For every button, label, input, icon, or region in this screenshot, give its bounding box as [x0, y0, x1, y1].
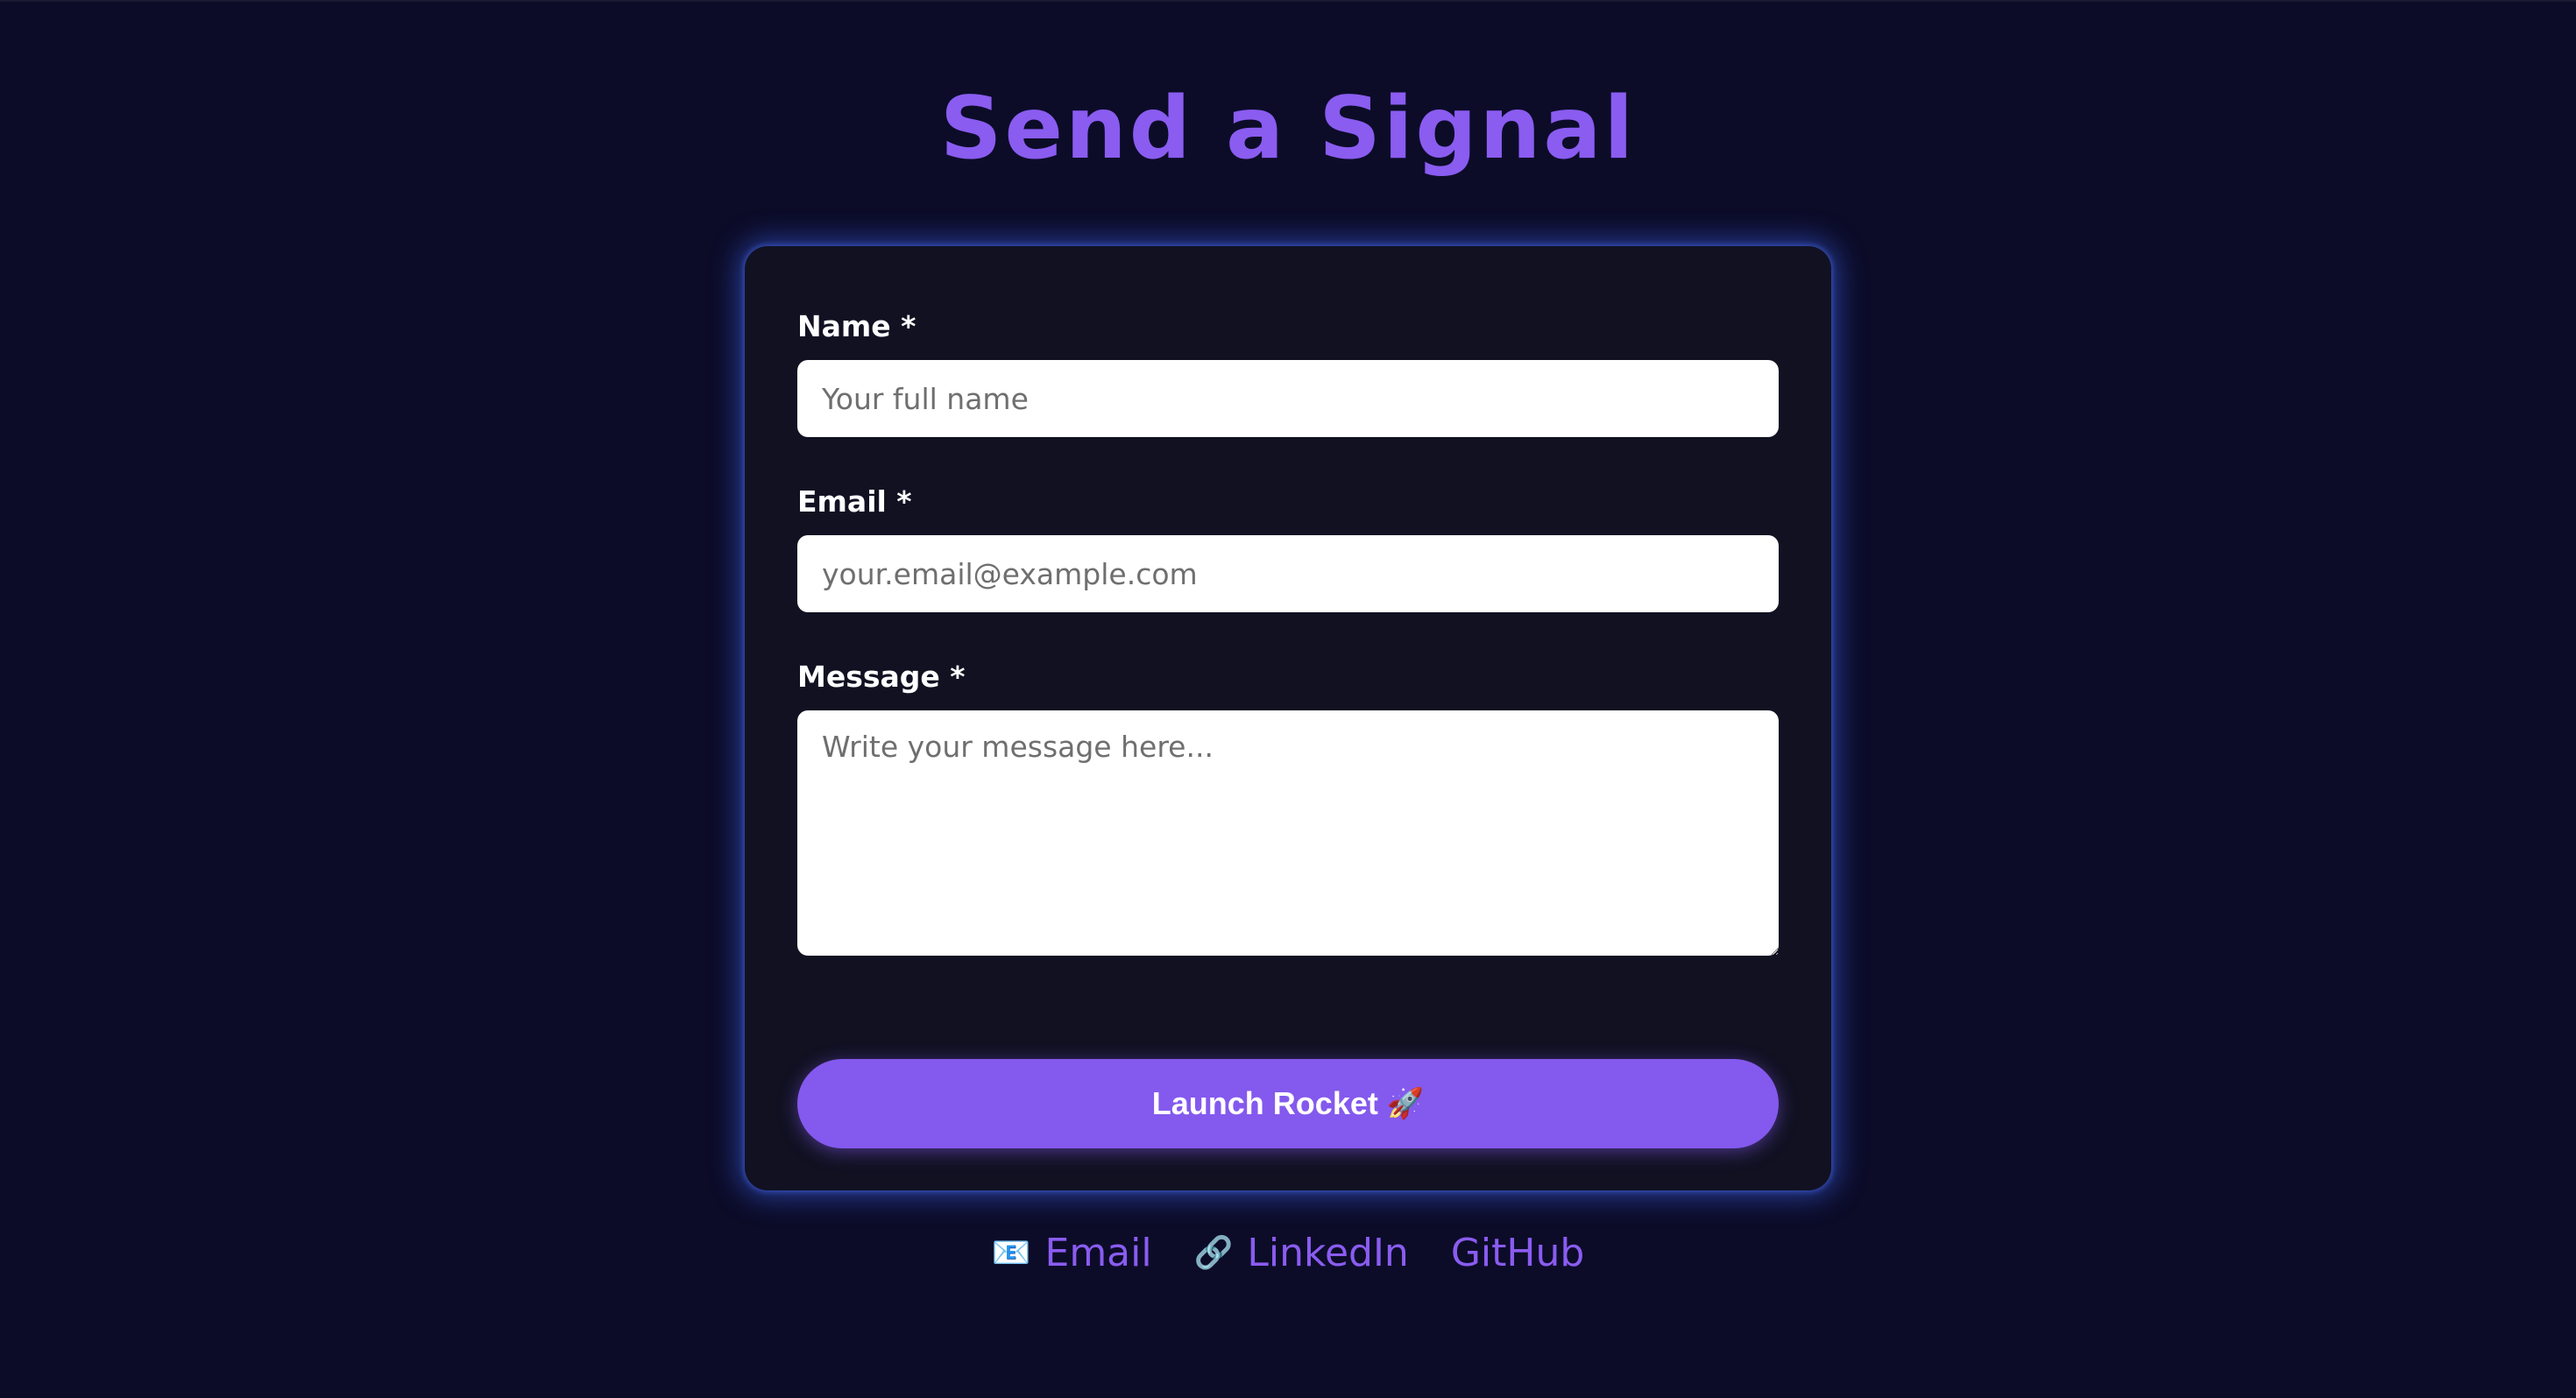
envelope-icon: 📧 — [991, 1235, 1031, 1271]
page-title: Send a Signal — [939, 79, 1637, 179]
launch-rocket-button-label: Launch Rocket — [1151, 1085, 1378, 1121]
name-input[interactable] — [797, 360, 1779, 437]
launch-rocket-button[interactable]: Launch Rocket 🚀 — [797, 1059, 1779, 1148]
message-label: Message * — [797, 660, 966, 694]
footer-links: 📧 Email 🔗 LinkedIn GitHub — [0, 1223, 2576, 1284]
rocket-icon: 🚀 — [1386, 1087, 1425, 1120]
footer-link-linkedin-label: LinkedIn — [1247, 1231, 1409, 1275]
message-textarea[interactable] — [797, 710, 1779, 956]
name-label: Name * — [797, 309, 916, 343]
footer-link-email-label: Email — [1044, 1231, 1152, 1275]
link-icon: 🔗 — [1193, 1235, 1234, 1271]
top-border — [0, 0, 2576, 2]
email-input[interactable] — [797, 535, 1779, 612]
footer-link-github[interactable]: GitHub — [1451, 1223, 1584, 1284]
footer-link-github-label: GitHub — [1450, 1231, 1585, 1275]
footer-link-email[interactable]: 📧 Email — [992, 1223, 1152, 1284]
footer-link-linkedin[interactable]: 🔗 LinkedIn — [1194, 1223, 1409, 1284]
email-label: Email * — [797, 484, 912, 519]
contact-form-card: Name * Email * Message * Launch Rocket 🚀 — [745, 246, 1831, 1190]
